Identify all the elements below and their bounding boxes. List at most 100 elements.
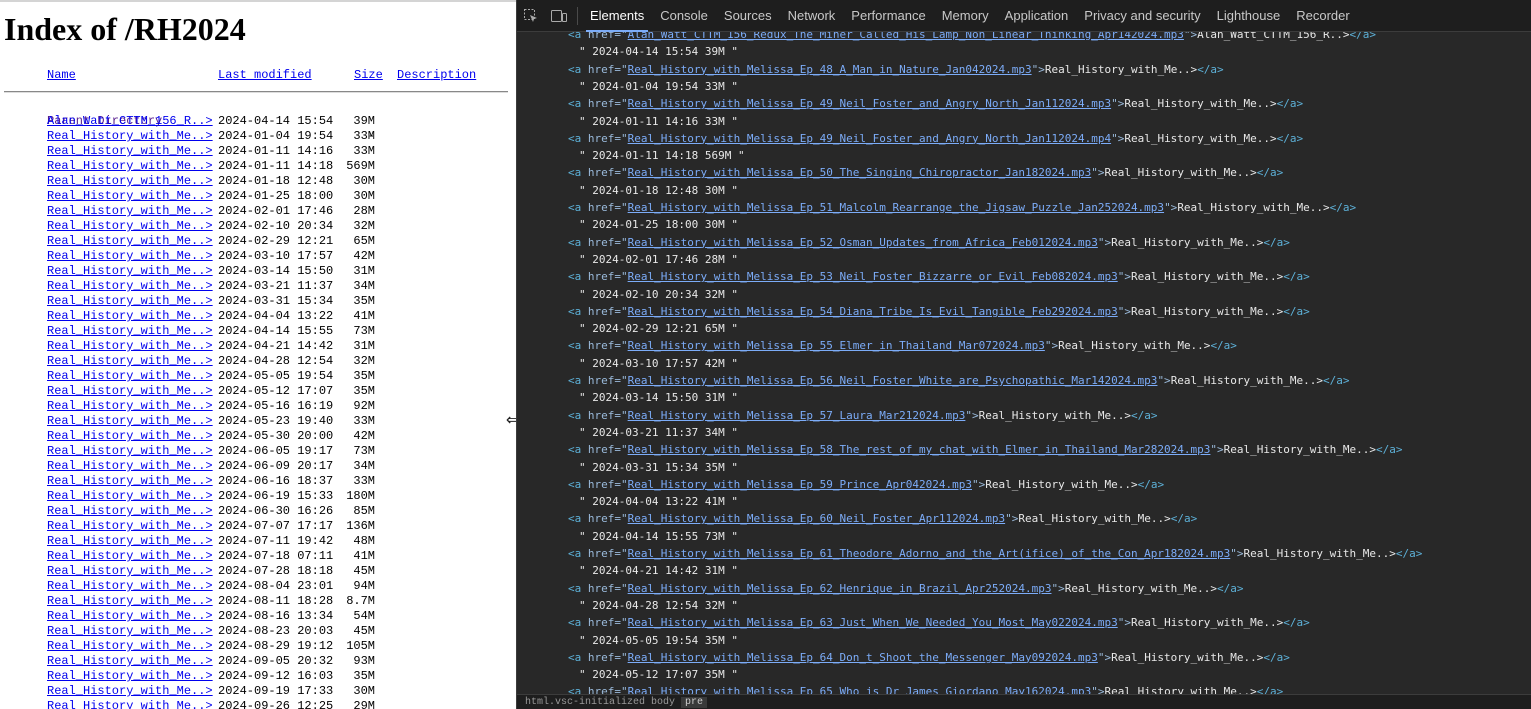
tab-lighthouse[interactable]: Lighthouse xyxy=(1209,0,1289,32)
dom-anchor-node[interactable]: <a href="Real_History_with_Melissa_Ep_54… xyxy=(517,303,1310,320)
dom-href-link[interactable]: Real_History_with_Melissa_Ep_52_Osman_Up… xyxy=(628,236,1098,249)
dom-href-link[interactable]: Real_History_with_Melissa_Ep_54_Diana_Tr… xyxy=(628,305,1118,318)
file-link[interactable]: Real_History_with_Me..> xyxy=(47,339,213,354)
dom-text-node[interactable]: " 2024-02-10 20:34 32M " xyxy=(517,286,738,303)
dom-anchor-node[interactable]: <a href="Real_History_with_Melissa_Ep_64… xyxy=(517,649,1290,666)
dom-anchor-node[interactable]: <a href="Real_History_with_Melissa_Ep_65… xyxy=(517,683,1283,694)
file-link[interactable]: Real_History_with_Me..> xyxy=(47,504,213,519)
breadcrumb-path[interactable]: html.vsc-initialized body xyxy=(525,697,675,708)
file-link[interactable]: Real_History_with_Me..> xyxy=(47,324,213,339)
file-link[interactable]: Real_History_with_Me..> xyxy=(47,129,213,144)
dom-text-node[interactable]: " 2024-04-28 12:54 32M " xyxy=(517,597,738,614)
dom-href-link[interactable]: Real_History_with_Melissa_Ep_53_Neil_Fos… xyxy=(628,270,1118,283)
file-link[interactable]: Real_History_with_Me..> xyxy=(47,144,213,159)
file-link[interactable]: Real_History_with_Me..> xyxy=(47,234,213,249)
dom-text-node[interactable]: " 2024-02-01 17:46 28M " xyxy=(517,251,738,268)
file-link[interactable]: Real_History_with_Me..> xyxy=(47,579,213,594)
file-link[interactable]: Real_History_with_Me..> xyxy=(47,249,213,264)
file-link[interactable]: Real_History_with_Me..> xyxy=(47,399,213,414)
dom-anchor-node[interactable]: <a href="Real_History_with_Melissa_Ep_57… xyxy=(517,407,1157,424)
dom-text-node[interactable]: " 2024-02-29 12:21 65M " xyxy=(517,320,738,337)
file-link[interactable]: Real_History_with_Me..> xyxy=(47,489,213,504)
dom-text-node[interactable]: " 2024-04-04 13:22 41M " xyxy=(517,493,738,510)
file-link[interactable]: Real_History_with_Me..> xyxy=(47,294,213,309)
tab-elements[interactable]: Elements xyxy=(582,0,652,32)
dom-anchor-node[interactable]: <a href="Alan_Watt_CTTM_156_Redux_The_Mi… xyxy=(517,32,1376,43)
file-link[interactable]: Real_History_with_Me..> xyxy=(47,309,213,324)
dom-text-node[interactable]: " 2024-01-04 19:54 33M " xyxy=(517,78,738,95)
dom-anchor-node[interactable]: <a href="Real_History_with_Melissa_Ep_55… xyxy=(517,337,1237,354)
device-toolbar-icon[interactable] xyxy=(545,0,573,32)
dom-text-node[interactable]: " 2024-05-05 19:54 35M " xyxy=(517,632,738,649)
file-link[interactable]: Real_History_with_Me..> xyxy=(47,384,213,399)
tab-recorder[interactable]: Recorder xyxy=(1288,0,1357,32)
dom-text-node[interactable]: " 2024-04-21 14:42 31M " xyxy=(517,562,738,579)
dom-text-node[interactable]: " 2024-04-14 15:54 39M " xyxy=(517,43,738,60)
file-link[interactable]: Real_History_with_Me..> xyxy=(47,639,213,654)
tab-console[interactable]: Console xyxy=(652,0,716,32)
dom-text-node[interactable]: " 2024-01-25 18:00 30M " xyxy=(517,216,738,233)
dom-anchor-node[interactable]: <a href="Real_History_with_Melissa_Ep_50… xyxy=(517,164,1283,181)
file-link[interactable]: Real_History_with_Me..> xyxy=(47,549,213,564)
tab-performance[interactable]: Performance xyxy=(843,0,933,32)
dom-href-link[interactable]: Real_History_with_Melissa_Ep_64_Don_t_Sh… xyxy=(628,651,1098,664)
tab-application[interactable]: Application xyxy=(997,0,1077,32)
dom-href-link[interactable]: Real_History_with_Melissa_Ep_62_Henrique… xyxy=(628,582,1052,595)
dom-text-node[interactable]: " 2024-01-11 14:16 33M " xyxy=(517,113,738,130)
file-link[interactable]: Real_History_with_Me..> xyxy=(47,354,213,369)
file-link[interactable]: Real_History_with_Me..> xyxy=(47,219,213,234)
file-link[interactable]: Real_History_with_Me..> xyxy=(47,429,213,444)
dom-anchor-node[interactable]: <a href="Real_History_with_Melissa_Ep_62… xyxy=(517,580,1244,597)
dom-href-link[interactable]: Real_History_with_Melissa_Ep_50_The_Sing… xyxy=(628,166,1092,179)
dom-anchor-node[interactable]: <a href="Real_History_with_Melissa_Ep_59… xyxy=(517,476,1164,493)
file-link[interactable]: Real_History_with_Me..> xyxy=(47,699,213,709)
dom-text-node[interactable]: " 2024-03-14 15:50 31M " xyxy=(517,389,738,406)
dom-href-link[interactable]: Real_History_with_Melissa_Ep_48_A_Man_in… xyxy=(628,63,1032,76)
file-link[interactable]: Real_History_with_Me..> xyxy=(47,594,213,609)
file-link[interactable]: Real_History_with_Me..> xyxy=(47,609,213,624)
sort-name-link[interactable]: Name xyxy=(47,68,76,82)
dom-anchor-node[interactable]: <a href="Real_History_with_Melissa_Ep_63… xyxy=(517,614,1310,631)
dom-href-link[interactable]: Real_History_with_Melissa_Ep_49_Neil_Fos… xyxy=(628,132,1111,145)
sort-description-link[interactable]: Description xyxy=(397,68,476,82)
file-link[interactable]: Real_History_with_Me..> xyxy=(47,669,213,684)
file-link[interactable]: Real_History_with_Me..> xyxy=(47,564,213,579)
dom-anchor-node[interactable]: <a href="Real_History_with_Melissa_Ep_58… xyxy=(517,441,1403,458)
tab-memory[interactable]: Memory xyxy=(934,0,997,32)
dom-anchor-node[interactable]: <a href="Real_History_with_Melissa_Ep_52… xyxy=(517,234,1290,251)
dom-href-link[interactable]: Real_History_with_Melissa_Ep_59_Prince_A… xyxy=(628,478,972,491)
file-link[interactable]: Real_History_with_Me..> xyxy=(47,444,213,459)
dom-anchor-node[interactable]: <a href="Real_History_with_Melissa_Ep_56… xyxy=(517,372,1350,389)
file-link[interactable]: Real_History_with_Me..> xyxy=(47,519,213,534)
dom-href-link[interactable]: Real_History_with_Melissa_Ep_63_Just_Whe… xyxy=(628,616,1118,629)
dom-text-node[interactable]: " 2024-05-12 17:07 35M " xyxy=(517,666,738,683)
dom-href-link[interactable]: Real_History_with_Melissa_Ep_57_Laura_Ma… xyxy=(628,409,966,422)
file-link[interactable]: Real_History_with_Me..> xyxy=(47,654,213,669)
file-link[interactable]: Real_History_with_Me..> xyxy=(47,684,213,699)
file-link[interactable]: Real_History_with_Me..> xyxy=(47,279,213,294)
file-link[interactable]: Real_History_with_Me..> xyxy=(47,534,213,549)
file-link[interactable]: Real_History_with_Me..> xyxy=(47,264,213,279)
dom-href-link[interactable]: Real_History_with_Melissa_Ep_56_Neil_Fos… xyxy=(628,374,1158,387)
dom-anchor-node[interactable]: <a href="Real_History_with_Melissa_Ep_51… xyxy=(517,199,1356,216)
dom-anchor-node[interactable]: <a href="Real_History_with_Melissa_Ep_60… xyxy=(517,510,1197,527)
file-link[interactable]: Alan_Watt_CTTM_156_R..> xyxy=(47,114,213,129)
file-link[interactable]: Real_History_with_Me..> xyxy=(47,204,213,219)
dom-text-node[interactable]: " 2024-03-31 15:34 35M " xyxy=(517,459,738,476)
file-link[interactable]: Real_History_with_Me..> xyxy=(47,414,213,429)
dom-text-node[interactable]: " 2024-03-10 17:57 42M " xyxy=(517,355,738,372)
tab-sources[interactable]: Sources xyxy=(716,0,780,32)
dom-anchor-node[interactable]: <a href="Real_History_with_Melissa_Ep_53… xyxy=(517,268,1310,285)
dom-anchor-node[interactable]: <a href="Real_History_with_Melissa_Ep_49… xyxy=(517,95,1303,112)
dom-anchor-node[interactable]: <a href="Real_History_with_Melissa_Ep_48… xyxy=(517,61,1224,78)
file-link[interactable]: Real_History_with_Me..> xyxy=(47,369,213,384)
inspect-icon[interactable] xyxy=(517,0,545,32)
dom-text-node[interactable]: " 2024-01-18 12:48 30M " xyxy=(517,182,738,199)
dom-href-link[interactable]: Real_History_with_Melissa_Ep_60_Neil_Fos… xyxy=(628,512,1006,525)
file-link[interactable]: Real_History_with_Me..> xyxy=(47,174,213,189)
sort-size-link[interactable]: Size xyxy=(354,68,383,82)
dom-text-node[interactable]: " 2024-03-21 11:37 34M " xyxy=(517,424,738,441)
file-link[interactable]: Real_History_with_Me..> xyxy=(47,189,213,204)
dom-href-link[interactable]: Real_History_with_Melissa_Ep_55_Elmer_in… xyxy=(628,339,1045,352)
dom-href-link[interactable]: Real_History_with_Melissa_Ep_51_Malcolm_… xyxy=(628,201,1164,214)
